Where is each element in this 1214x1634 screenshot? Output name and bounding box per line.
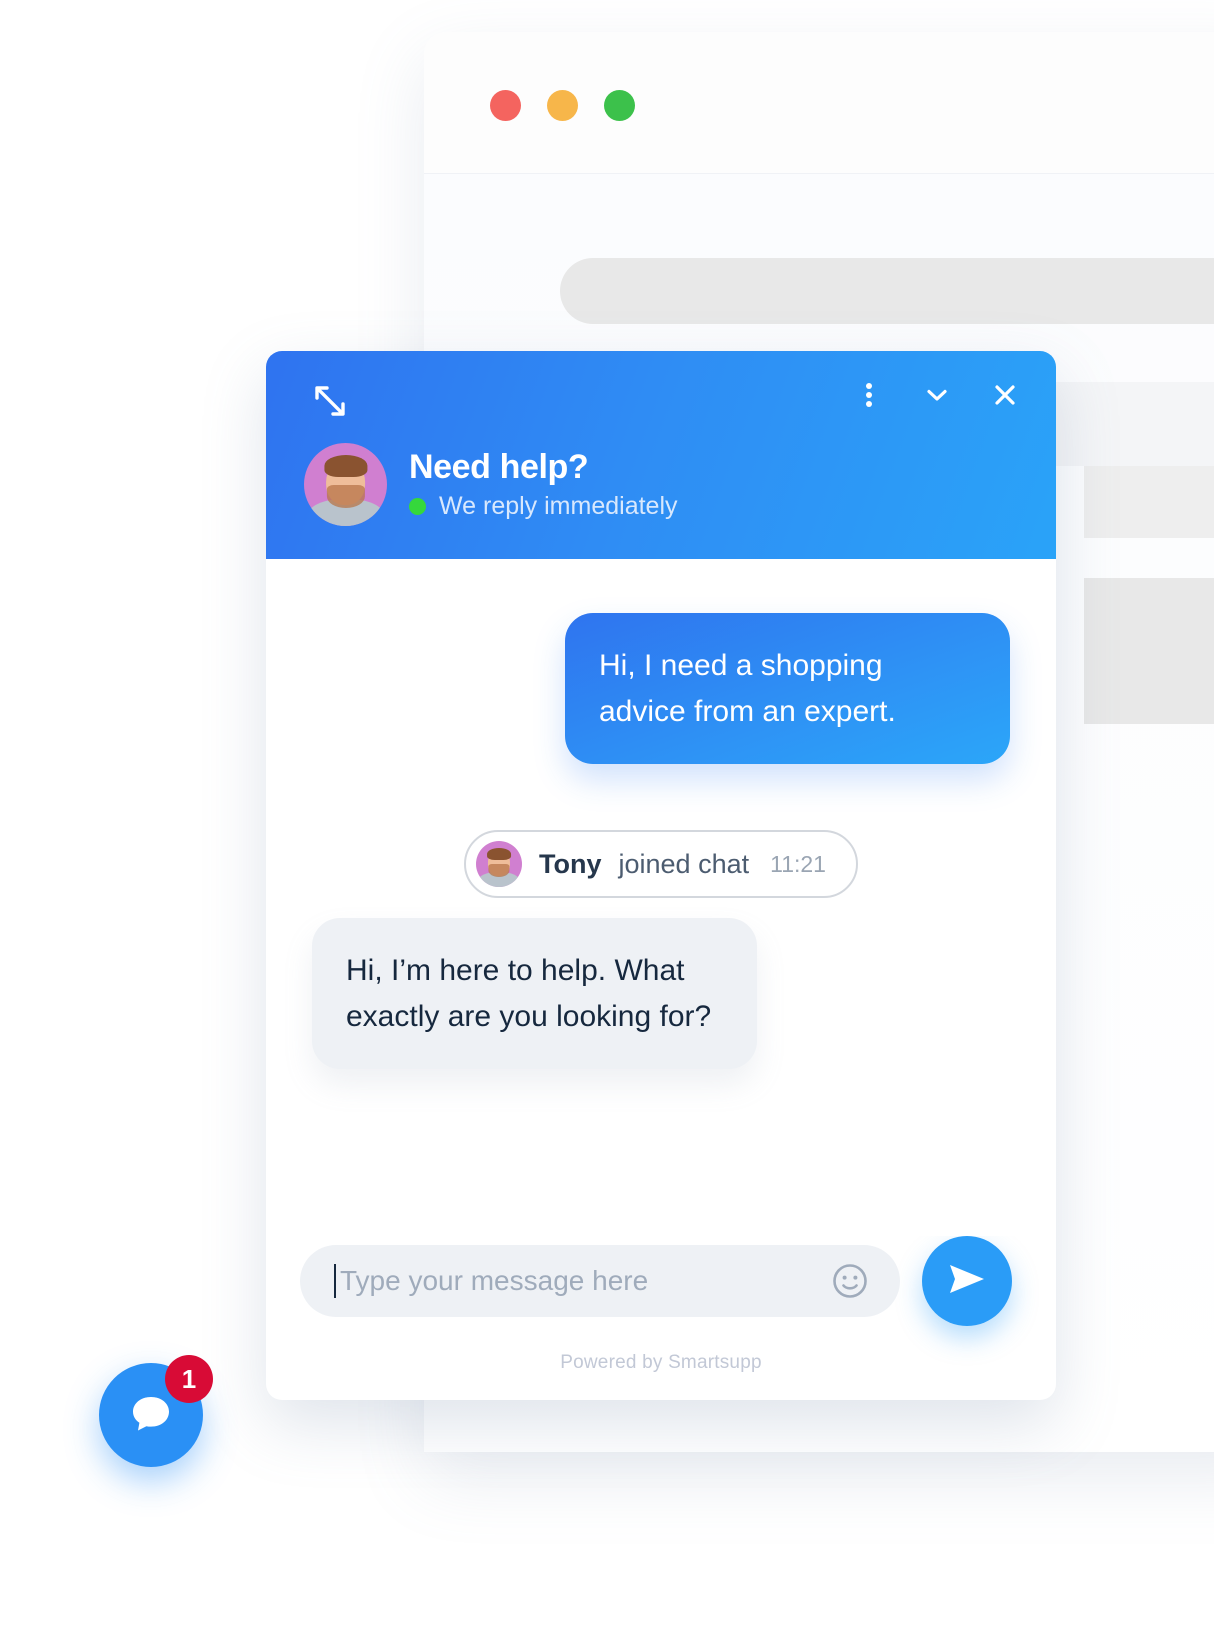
- placeholder-band-3: [1084, 578, 1214, 724]
- chat-widget-header: Need help? We reply immediately: [266, 351, 1056, 559]
- smiley-face-icon[interactable]: [828, 1259, 872, 1303]
- send-message-button[interactable]: [922, 1236, 1012, 1326]
- kebab-menu-icon[interactable]: [852, 376, 886, 414]
- screenshot-stage: Need help? We reply immediately Hi, I ne…: [0, 0, 1214, 1634]
- message-input-wrapper[interactable]: Type your message here: [300, 1245, 900, 1317]
- window-close-dot[interactable]: [490, 90, 521, 121]
- window-traffic-lights: [490, 90, 635, 121]
- online-status-dot: [409, 498, 426, 515]
- agent-avatar-small: [476, 841, 523, 888]
- chat-launcher-button[interactable]: 1: [99, 1355, 213, 1467]
- chat-message-list: Hi, I need a shopping advice from an exp…: [266, 559, 1056, 1236]
- window-minimize-dot[interactable]: [547, 90, 578, 121]
- message-bubble-incoming: Hi, I’m here to help. What exactly are y…: [312, 918, 757, 1070]
- joined-agent-name: Tony: [539, 848, 602, 879]
- agent-avatar: [304, 443, 387, 526]
- message-input-placeholder: Type your message here: [340, 1265, 649, 1296]
- chat-header-identity: Need help? We reply immediately: [304, 443, 678, 526]
- window-maximize-dot[interactable]: [604, 90, 635, 121]
- placeholder-band-2: [1084, 466, 1214, 538]
- send-paper-plane-icon: [944, 1256, 990, 1307]
- expand-arrows-icon[interactable]: [308, 379, 352, 423]
- close-icon[interactable]: [988, 376, 1022, 414]
- chat-bubble-icon: [125, 1387, 177, 1444]
- chat-title: Need help?: [409, 448, 589, 486]
- placeholder-block-search: [560, 258, 1214, 324]
- message-row-incoming: Hi, I’m here to help. What exactly are y…: [310, 898, 1012, 1070]
- chat-widget: Need help? We reply immediately Hi, I ne…: [266, 351, 1056, 1400]
- chat-header-actions: [852, 376, 1022, 414]
- system-event-row: Tony joined chat 11:21: [310, 830, 1012, 899]
- joined-event-time: 11:21: [770, 850, 826, 877]
- text-caret: [334, 1264, 336, 1298]
- powered-by-label: Powered by Smartsupp: [560, 1352, 762, 1373]
- chat-status: We reply immediately: [409, 494, 678, 519]
- chevron-down-icon[interactable]: [920, 376, 954, 414]
- chat-status-label: We reply immediately: [439, 492, 678, 520]
- agent-joined-pill: Tony joined chat 11:21: [464, 830, 858, 899]
- browser-titlebar: [424, 32, 1214, 174]
- chat-composer: Type your message here: [266, 1236, 1056, 1326]
- message-row-outgoing: Hi, I need a shopping advice from an exp…: [310, 597, 1012, 765]
- unread-badge: 1: [165, 1355, 213, 1403]
- message-bubble-outgoing: Hi, I need a shopping advice from an exp…: [565, 613, 1010, 765]
- joined-event-label: joined chat: [618, 848, 750, 879]
